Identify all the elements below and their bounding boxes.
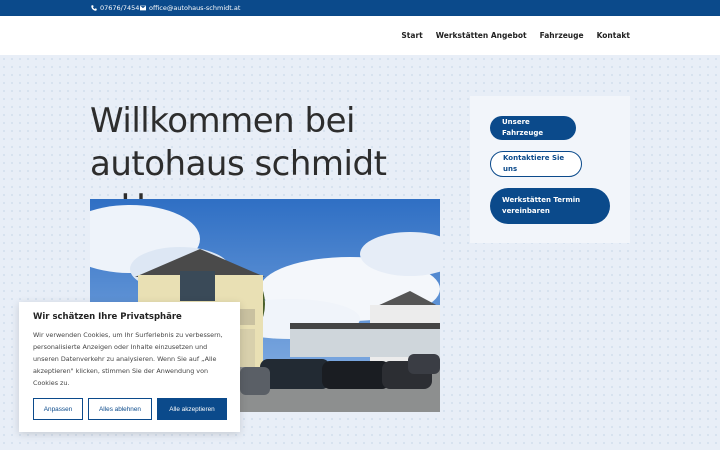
contact-us-button[interactable]: Kontaktiere Sie uns (490, 151, 582, 177)
customize-cookies-button[interactable]: Anpassen (33, 398, 83, 420)
phone-number: 07676/7454 (100, 4, 140, 12)
top-bar: 07676/7454 office@autohaus-schmidt.at (0, 0, 720, 16)
reject-all-button[interactable]: Alles ablehnen (88, 398, 152, 420)
title-line-1: Willkommen bei (90, 101, 355, 141)
workshop-appointment-label: Werkstätten Termin vereinbaren (502, 195, 580, 217)
accept-all-button[interactable]: Alle akzeptieren (157, 398, 227, 420)
cookie-text: Wir verwenden Cookies, um Ihr Surferlebn… (33, 331, 223, 387)
workshop-appointment-button[interactable]: Werkstätten Termin vereinbaren (490, 188, 610, 224)
workshop-appointment-line-1: Werkstätten Termin (502, 196, 581, 204)
mail-icon (140, 5, 146, 11)
nav-werkstaetten-angebot[interactable]: Werkstätten Angebot (436, 31, 527, 40)
main-nav: Start Werkstätten Angebot Fahrzeuge Kont… (401, 31, 630, 40)
nav-start[interactable]: Start (401, 31, 422, 40)
nav-fahrzeuge[interactable]: Fahrzeuge (540, 31, 584, 40)
site-header: Start Werkstätten Angebot Fahrzeuge Kont… (0, 16, 720, 55)
phone-contact[interactable]: 07676/7454 (91, 4, 139, 12)
workshop-appointment-line-2: vereinbaren (502, 207, 550, 215)
cookie-consent-dialog: Wir schätzen Ihre Privatsphäre Wir verwe… (19, 302, 240, 432)
email-address: office@autohaus-schmidt.at (149, 4, 241, 12)
nav-kontakt[interactable]: Kontakt (597, 31, 630, 40)
cookie-actions: Anpassen Alles ablehnen Alle akzeptieren (33, 398, 227, 420)
cookie-title: Wir schätzen Ihre Privatsphäre (33, 312, 182, 322)
email-contact[interactable]: office@autohaus-schmidt.at (140, 4, 240, 12)
our-vehicles-button[interactable]: Unsere Fahrzeuge (490, 116, 576, 140)
phone-icon (91, 5, 97, 11)
